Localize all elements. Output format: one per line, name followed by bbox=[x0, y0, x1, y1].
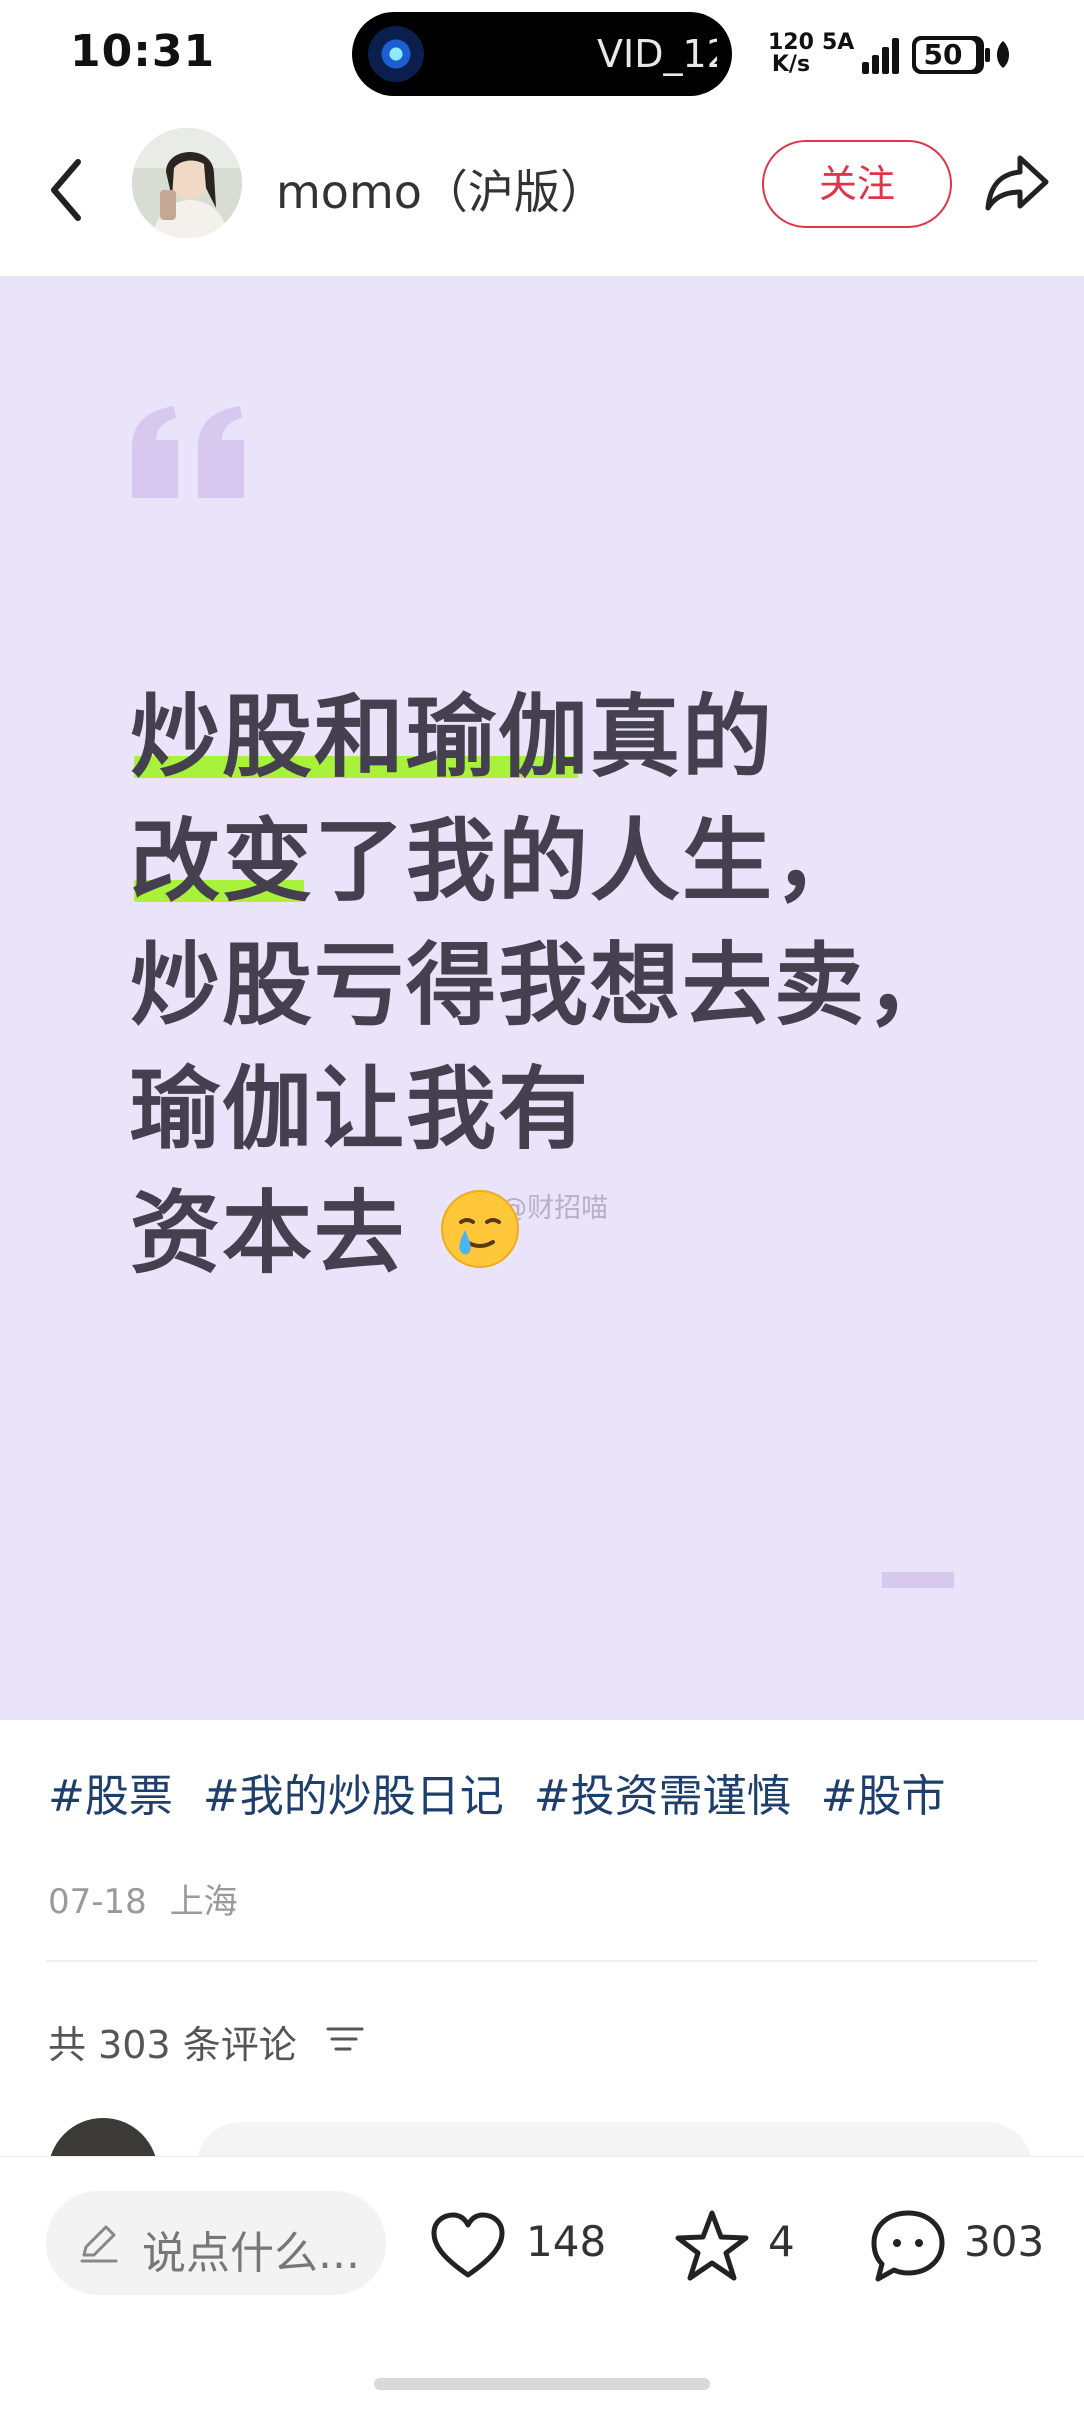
heart-icon bbox=[431, 2212, 505, 2278]
battery-icon: 50 bbox=[912, 36, 990, 74]
author-avatar[interactable] bbox=[132, 128, 242, 238]
hashtag-link[interactable]: #股票 bbox=[48, 1771, 173, 1822]
post-line-4: 瑜伽让我有 bbox=[130, 1057, 590, 1162]
say-something-input[interactable]: 说点什么... bbox=[46, 2191, 386, 2295]
hashtag-link[interactable]: #投资需谨慎 bbox=[534, 1771, 791, 1822]
author-name[interactable]: momo（沪版） bbox=[276, 156, 606, 222]
net-speed: 120 K/s bbox=[768, 32, 814, 76]
say-placeholder: 说点什么... bbox=[142, 2228, 360, 2279]
follow-button[interactable]: 关注 bbox=[762, 140, 952, 228]
home-indicator[interactable] bbox=[374, 2378, 710, 2390]
post-date: 07-18 bbox=[48, 1882, 147, 1922]
my-avatar bbox=[48, 2118, 158, 2156]
eco-leaf-icon bbox=[997, 41, 1009, 68]
post-meta: 07-18 上海 bbox=[48, 1874, 238, 1923]
post-header: momo（沪版） 关注 bbox=[0, 118, 1084, 278]
comment-count-button: 303 bbox=[964, 2217, 1045, 2266]
post-location: 上海 bbox=[169, 1882, 238, 1922]
post-image[interactable]: 炒股和瑜伽真的 改变了我的人生， 炒股亏得我想去卖， 瑜伽让我有 资本去 ◎ @… bbox=[0, 276, 1084, 1720]
comment-button[interactable]: 303 bbox=[868, 2207, 1048, 2287]
net-speed-value: 120 bbox=[768, 30, 814, 55]
status-time: 10:31 bbox=[70, 26, 216, 77]
favorite-count: 4 bbox=[768, 2217, 795, 2266]
network-type: 5A bbox=[822, 30, 855, 55]
signal-icon bbox=[862, 38, 900, 74]
hashtags: #股票 #我的炒股日记 #投资需谨慎 #股市 bbox=[48, 1760, 962, 1824]
share-icon[interactable] bbox=[982, 152, 1052, 214]
sort-icon[interactable] bbox=[326, 2024, 364, 2054]
hashtag-link[interactable]: #股市 bbox=[821, 1771, 946, 1822]
post-line-3: 炒股亏得我想去卖， bbox=[130, 933, 958, 1038]
comment-bubble-icon bbox=[871, 2210, 945, 2282]
recording-icon bbox=[368, 26, 424, 82]
star-icon bbox=[675, 2210, 749, 2281]
decorative-dash bbox=[882, 1572, 954, 1588]
comment-count: 共 303 条评论 bbox=[48, 2023, 297, 2067]
comment-input-placeholder: 喜欢就给个评论支持一下 bbox=[236, 2146, 632, 2156]
status-bar: 10:31 VID_12 120 K/s 5A 50 bbox=[0, 0, 1084, 108]
crying-smile-emoji-icon bbox=[441, 1190, 520, 1268]
activity-label: VID_12 bbox=[597, 32, 717, 76]
battery-level: 50 bbox=[923, 38, 963, 71]
quote-mark-icon bbox=[132, 406, 244, 498]
like-button[interactable]: 148 bbox=[428, 2207, 608, 2287]
dynamic-island[interactable]: VID_12 bbox=[352, 12, 732, 96]
net-speed-unit: K/s bbox=[771, 52, 811, 77]
favorite-button[interactable]: 4 bbox=[672, 2207, 812, 2287]
bottom-action-bar: 说点什么... 148 4 303 bbox=[0, 2156, 1084, 2412]
hashtag-link[interactable]: #我的炒股日记 bbox=[203, 1771, 504, 1822]
like-count: 148 bbox=[526, 2217, 607, 2266]
divider bbox=[46, 1960, 1038, 1962]
pencil-icon bbox=[80, 2225, 118, 2263]
post-line-1: 炒股和瑜伽真的 bbox=[130, 685, 774, 790]
back-arrow-icon[interactable] bbox=[46, 154, 90, 226]
post-line-2: 改变了我的人生， bbox=[130, 809, 866, 914]
comment-input-row: 喜欢就给个评论支持一下 bbox=[0, 2110, 1084, 2156]
